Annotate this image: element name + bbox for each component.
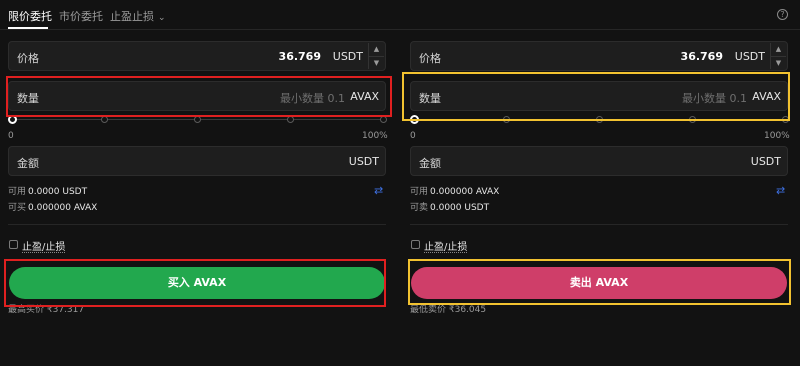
sell-quantity-field[interactable]: 数量 最小数量 0.1 AVAX: [410, 81, 788, 111]
buy-amount-unit: USDT: [348, 155, 379, 168]
sell-tpsl-label[interactable]: 止盈/止损: [424, 238, 467, 253]
sell-price-value: 36.769: [680, 50, 723, 63]
sell-available-value: 0.000000 AVAX: [430, 187, 500, 197]
sell-max-label: 可卖: [410, 203, 429, 213]
slider-step-100[interactable]: [782, 116, 789, 123]
decrement-icon[interactable]: ▼: [369, 56, 384, 69]
sell-amount-label: 金额: [419, 157, 441, 170]
sell-button[interactable]: 卖出 AVAX: [411, 267, 787, 299]
buy-amount-label: 金额: [17, 157, 39, 170]
buy-available-label: 可用: [8, 187, 27, 197]
sell-amount-field[interactable]: 金额 USDT: [410, 146, 788, 176]
buy-tpsl-label[interactable]: 止盈/止损: [22, 238, 65, 253]
buy-price-value: 36.769: [278, 50, 321, 63]
sell-quantity-label: 数量: [419, 92, 441, 105]
buy-best-price: 最高买价 ₹37.317: [8, 305, 85, 315]
transfer-icon[interactable]: ⇄: [374, 184, 383, 197]
sell-price-field[interactable]: 价格 36.769 USDT ▲ ▼: [410, 41, 788, 71]
slider-step-50[interactable]: [194, 116, 201, 123]
slider-step-25[interactable]: [101, 116, 108, 123]
divider: [410, 224, 788, 225]
buy-panel: 价格 36.769 USDT ▲ ▼ 数量 最小数量 0.1 AVAX 0 10…: [8, 0, 392, 366]
buy-tpsl-checkbox[interactable]: [9, 240, 18, 249]
slider-min-label: 0: [8, 131, 14, 141]
sell-amount-unit: USDT: [750, 155, 781, 168]
buy-percent-slider[interactable]: [8, 115, 387, 124]
buy-price-label: 价格: [17, 52, 39, 65]
slider-step-75[interactable]: [689, 116, 696, 123]
slider-handle[interactable]: [8, 115, 17, 124]
buy-amount-field[interactable]: 金额 USDT: [8, 146, 386, 176]
slider-step-25[interactable]: [503, 116, 510, 123]
sell-tpsl-checkbox[interactable]: [411, 240, 420, 249]
buy-max-buy: 可买 0.000000 AVAX: [8, 200, 97, 213]
sell-max-value: 0.0000 USDT: [430, 203, 490, 213]
buy-price-stepper: ▲ ▼: [368, 43, 384, 69]
sell-percent-slider[interactable]: [410, 115, 789, 124]
sell-available-label: 可用: [410, 187, 429, 197]
sell-price-stepper: ▲ ▼: [770, 43, 786, 69]
buy-available: 可用 0.0000 USDT: [8, 184, 87, 197]
increment-icon[interactable]: ▲: [771, 43, 786, 56]
sell-quantity-unit: AVAX: [752, 90, 781, 103]
sell-quantity-placeholder: 最小数量 0.1: [682, 92, 747, 105]
sell-price-label: 价格: [419, 52, 441, 65]
slider-step-50[interactable]: [596, 116, 603, 123]
buy-price-unit: USDT: [332, 50, 363, 63]
buy-max-label: 可买: [8, 203, 27, 213]
buy-quantity-unit: AVAX: [350, 90, 379, 103]
sell-panel: 价格 36.769 USDT ▲ ▼ 数量 最小数量 0.1 AVAX 0 10…: [410, 0, 794, 366]
sell-available: 可用 0.000000 AVAX: [410, 184, 499, 197]
slider-max-label: 100%: [362, 131, 388, 141]
decrement-icon[interactable]: ▼: [771, 56, 786, 69]
slider-step-100[interactable]: [380, 116, 387, 123]
slider-min-label: 0: [410, 131, 416, 141]
buy-button[interactable]: 买入 AVAX: [9, 267, 385, 299]
slider-max-label: 100%: [764, 131, 790, 141]
slider-handle[interactable]: [410, 115, 419, 124]
buy-price-field[interactable]: 价格 36.769 USDT ▲ ▼: [8, 41, 386, 71]
buy-quantity-label: 数量: [17, 92, 39, 105]
sell-best-price: 最低卖价 ₹36.045: [410, 305, 487, 315]
buy-quantity-field[interactable]: 数量 最小数量 0.1 AVAX: [8, 81, 386, 111]
transfer-icon[interactable]: ⇄: [776, 184, 785, 197]
buy-available-value: 0.0000 USDT: [28, 187, 88, 197]
slider-step-75[interactable]: [287, 116, 294, 123]
sell-price-unit: USDT: [734, 50, 765, 63]
buy-max-value: 0.000000 AVAX: [28, 203, 98, 213]
divider: [8, 224, 386, 225]
sell-max-sell: 可卖 0.0000 USDT: [410, 200, 489, 213]
increment-icon[interactable]: ▲: [369, 43, 384, 56]
buy-quantity-placeholder: 最小数量 0.1: [280, 92, 345, 105]
